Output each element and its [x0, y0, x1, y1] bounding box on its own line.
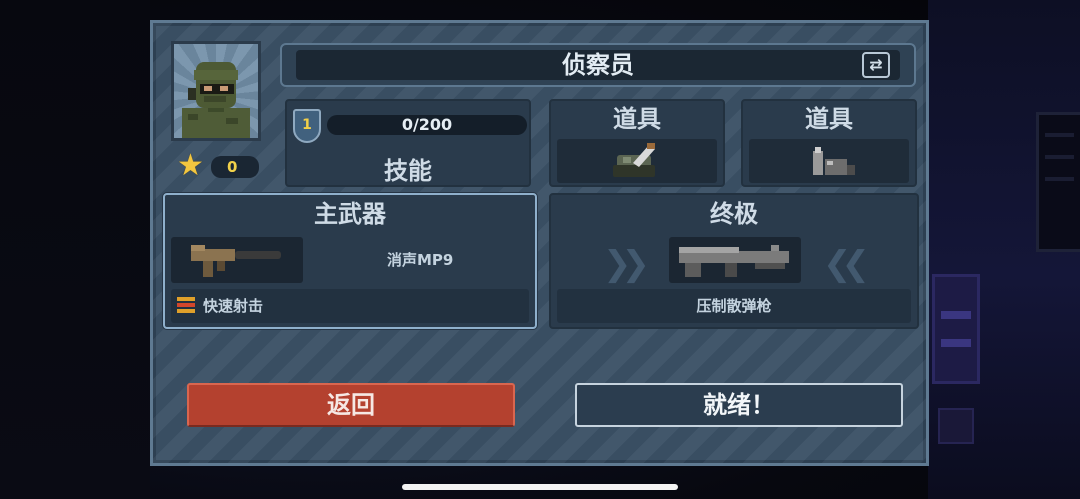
grenade-icon — [613, 143, 655, 177]
item-label-2: 道具 — [805, 105, 853, 133]
xp-progress: 0/200 — [327, 115, 527, 135]
background-board — [1036, 112, 1080, 252]
smg-icon — [191, 245, 281, 277]
ultimate-header: 终极 — [710, 200, 758, 228]
chevron-right-icon: ❯❯ — [603, 244, 650, 284]
loadout-panel: ★ 0 侦察员 ⇄ 1 0/200 技能 道具 道具 主武器 消声MP9 快速射… — [150, 20, 929, 466]
weapon-perk: 快速射击 — [171, 289, 529, 323]
back-button[interactable]: 返回 — [187, 383, 515, 427]
main-weapon-panel[interactable]: 主武器 消声MP9 快速射击 — [163, 193, 537, 329]
ultimate-weapon-slot — [669, 237, 801, 283]
shotgun-icon — [679, 245, 789, 277]
main-weapon-slot — [171, 237, 303, 283]
main-weapon-header: 主武器 — [314, 200, 386, 228]
skill-panel[interactable]: 1 0/200 技能 — [285, 99, 531, 187]
character-portrait[interactable] — [171, 41, 261, 141]
ultimate-weapon-name: 压制散弹枪 — [696, 297, 772, 315]
skill-label: 技能 — [384, 157, 432, 185]
level-shield-icon: 1 — [293, 109, 321, 143]
character-name: 侦察员 — [562, 51, 634, 79]
level-number: 1 — [302, 117, 312, 133]
home-indicator[interactable] — [402, 484, 678, 490]
star-icon: ★ — [177, 148, 204, 183]
rapid-fire-icon — [177, 297, 195, 315]
swap-icon: ⇄ — [869, 55, 883, 74]
item-slot-2[interactable]: 道具 — [741, 99, 917, 187]
ultimate-panel[interactable]: 终极 ❯❯ ❮❮ 压制散弹枪 — [549, 193, 919, 329]
ammo-icon — [813, 147, 855, 175]
background-stand — [938, 408, 974, 444]
ultimate-name-bar: 压制散弹枪 — [557, 289, 911, 323]
background-left-wall — [0, 0, 150, 499]
swap-character-button[interactable]: ⇄ — [862, 52, 890, 78]
item-label-1: 道具 — [613, 105, 661, 133]
item-slot-1[interactable]: 道具 — [549, 99, 725, 187]
weapon-perk-label: 快速射击 — [203, 297, 264, 315]
star-counter: ★ 0 — [171, 149, 261, 183]
scout-avatar-icon — [182, 62, 250, 138]
star-count: 0 — [211, 156, 259, 178]
main-weapon-name: 消声MP9 — [387, 251, 454, 269]
ready-button[interactable]: 就绪！ — [575, 383, 903, 427]
chevron-left-icon: ❮❮ — [823, 244, 870, 284]
character-name-bar: 侦察员 ⇄ — [280, 43, 916, 87]
background-crate — [932, 274, 980, 384]
